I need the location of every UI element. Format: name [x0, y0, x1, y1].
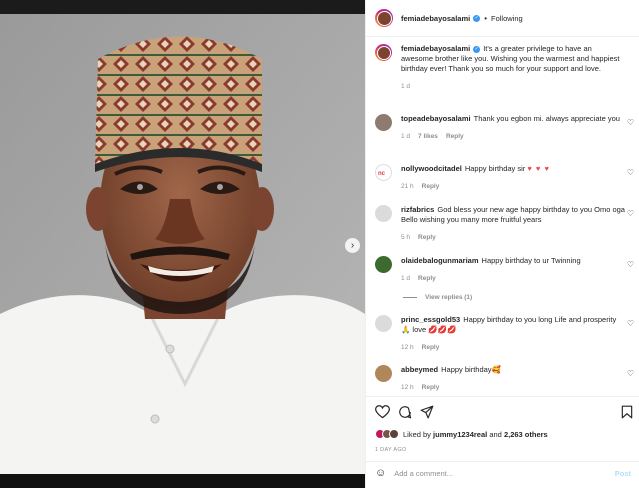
like-comment-heart-icon[interactable]: ♡ [627, 118, 634, 127]
comment-text: Happy birthday sir [464, 164, 526, 173]
commenter-avatar[interactable] [375, 205, 392, 222]
comment-item: abbeymed Happy birthday🥰 12 h Reply [375, 365, 637, 393]
post-side-panel: femiadebayosalami ✓ • Following femiadeb… [365, 0, 639, 488]
comment-text: God bless your new age happy birthday to… [401, 205, 625, 224]
like-comment-heart-icon[interactable]: ♡ [627, 168, 634, 177]
comment-text: Thank you egbon mi. always appreciate yo… [473, 114, 620, 123]
post-actions: Liked by jummy1234real and 2,263 others … [366, 396, 639, 488]
like-heart-icon[interactable] [375, 405, 390, 419]
view-replies-button[interactable]: View replies (1) [403, 294, 472, 301]
comment-item: rizfabrics God bless your new age happy b… [375, 205, 637, 243]
comment-text: Happy birthday to ur Twinning [481, 256, 581, 265]
svg-text:nc: nc [378, 171, 386, 177]
post-photo [0, 14, 365, 474]
reply-button[interactable]: Reply [446, 133, 464, 140]
comment-time: 12 h [401, 384, 414, 391]
liked-by-text: Liked by jummy1234real and 2,263 others [403, 430, 548, 439]
caption-time: 1 d [401, 83, 411, 90]
like-comment-heart-icon[interactable]: ♡ [627, 260, 634, 269]
chevron-right-icon: › [350, 239, 355, 251]
like-comment-heart-icon[interactable]: ♡ [627, 369, 634, 378]
comment-username[interactable]: rizfabrics [401, 205, 434, 214]
comment-username[interactable]: abbeymed [401, 365, 438, 374]
comment-username[interactable]: topeadebayosalami [401, 114, 471, 123]
smiling-hearts-emoji: 🥰 [491, 365, 501, 374]
liked-by-user[interactable]: jummy1234real [433, 430, 487, 439]
comment-time: 21 h [401, 183, 414, 190]
comment-time: 12 h [401, 344, 414, 351]
post-timestamp[interactable]: 1 DAY AGO [375, 447, 407, 453]
verified-badge-icon: ✓ [473, 14, 481, 22]
comment-time: 1 d [401, 275, 411, 282]
separator-dot: • [484, 13, 488, 23]
reply-button[interactable]: Reply [422, 384, 440, 391]
commenter-avatar[interactable]: nc [375, 164, 392, 181]
liked-by-row: Liked by jummy1234real and 2,263 others [375, 429, 548, 439]
commenter-avatar[interactable] [375, 365, 392, 382]
commenter-avatar[interactable] [375, 315, 392, 332]
liked-by-others[interactable]: 2,263 others [504, 430, 548, 439]
add-comment-bar: ☺ Add a comment... Post [366, 461, 639, 485]
post-header: femiadebayosalami ✓ • Following [366, 0, 639, 37]
kiss-emoji: 💋💋💋 [428, 325, 457, 334]
view-replies-label: View replies (1) [425, 294, 473, 301]
comment-item: princ_essgold53 Happy birthday to you lon… [375, 315, 637, 353]
like-comment-heart-icon[interactable]: ♡ [627, 319, 634, 328]
commenter-avatar[interactable] [375, 256, 392, 273]
media-top-bar [0, 0, 365, 14]
comment-username[interactable]: nollywoodcitadel [401, 164, 462, 173]
caption-avatar[interactable] [375, 44, 392, 61]
liker-avatar [389, 429, 399, 439]
comment-item: topeadebayosalami Thank you egbon mi. alw… [375, 114, 637, 142]
reply-button[interactable]: Reply [418, 234, 436, 241]
author-avatar[interactable] [375, 9, 393, 27]
post-comment-button[interactable]: Post [615, 469, 631, 478]
comment-item: nc nollywoodcitadel Happy birthday sir ♥ … [375, 164, 637, 192]
hearts-emoji: ♥ ♥ ♥ [527, 164, 550, 173]
comment-time: 5 h [401, 234, 411, 241]
comments-list[interactable]: femiadebayosalami ✓ It's a greater privile… [366, 38, 639, 394]
comment-username[interactable]: olaidebalogunmariam [401, 256, 479, 265]
verified-badge-icon: ✓ [473, 45, 481, 53]
liked-by-prefix: Liked by [403, 429, 431, 439]
action-icons [375, 405, 635, 421]
share-paper-plane-icon[interactable] [420, 405, 434, 419]
liked-by-joiner: and [489, 429, 502, 439]
view-replies-line [403, 296, 417, 298]
comment-item: olaidebalogunmariam Happy birthday to ur … [375, 256, 637, 284]
save-bookmark-icon[interactable] [621, 405, 633, 419]
caption: femiadebayosalami ✓ It's a greater privile… [375, 44, 637, 92]
comment-time: 1 d [401, 133, 411, 140]
like-comment-heart-icon[interactable]: ♡ [627, 209, 634, 218]
reply-button[interactable]: Reply [422, 183, 440, 190]
comment-bubble-icon[interactable] [398, 405, 412, 419]
caption-username[interactable]: femiadebayosalami [401, 44, 470, 53]
comment-likes[interactable]: 7 likes [418, 133, 438, 140]
reply-button[interactable]: Reply [418, 275, 436, 282]
following-button[interactable]: Following [491, 14, 523, 23]
reply-button[interactable]: Reply [422, 344, 440, 351]
commenter-avatar[interactable] [375, 114, 392, 131]
add-comment-input[interactable]: Add a comment... [394, 469, 615, 478]
post-media: › [0, 0, 365, 488]
author-username[interactable]: femiadebayosalami [401, 14, 470, 23]
comment-text: Happy birthday [441, 365, 492, 374]
emoji-picker-icon[interactable]: ☺ [375, 468, 386, 479]
media-bottom-bar [0, 474, 365, 488]
next-photo-button[interactable]: › [345, 238, 360, 253]
comment-username[interactable]: princ_essgold53 [401, 315, 460, 324]
